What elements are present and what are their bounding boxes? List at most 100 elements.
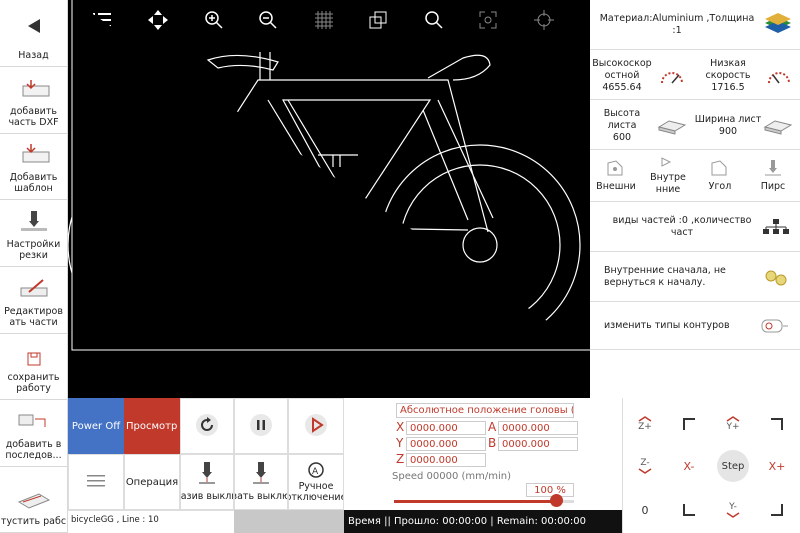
parts-info-row[interactable]: виды частей :0 ,количество част [590,202,800,252]
x-label: X [396,420,405,434]
pierce-icon [763,159,783,181]
y-plus-label: Y+ [726,422,740,432]
x-plus-button[interactable]: X+ [755,446,799,486]
z-minus-button[interactable]: Z- [623,446,667,486]
status-progress [234,510,344,533]
edit-parts-button[interactable]: Редактиров ать части [0,267,68,334]
speedometer-high-icon [654,62,690,92]
contour-type-icon [754,314,796,338]
cut-settings-button[interactable]: Настройки резки [0,200,68,267]
parts-info-label: виды частей :0 ,количество част [612,215,752,238]
add-dxf-button[interactable]: добавить часть DXF [0,67,68,134]
start-button[interactable] [288,398,344,454]
pause-icon [249,413,273,440]
tab-outer[interactable]: Внешни [590,150,642,202]
sheet-height-label-text: Высота листа [603,108,641,132]
power-off-button[interactable]: Power Off [68,398,124,454]
sheet-size-row: Высота листа 600 Ширина лист 900 [590,100,800,150]
z-value: 0000.000 [406,453,486,467]
preview-button[interactable]: Просмотр со [124,398,180,454]
laser-head-icon-1 [199,462,215,487]
sheet-width-value: 900 [718,126,738,137]
restart-icon [195,413,219,440]
sheet-width-label: Ширина лист 900 [694,106,762,146]
tab-corner[interactable]: Угол [694,150,746,202]
add-dxf-icon [17,76,51,104]
change-contours-row[interactable]: изменить типы контуров [590,302,800,350]
left-sidebar: Назад добавить часть DXF Добавить шаблон… [0,0,68,533]
tab-inner[interactable]: Внутре нние [642,150,694,202]
step-label: Step [717,450,749,482]
x-minus-button[interactable]: X- [667,446,711,486]
status-time: Время || Прошло: 00:00:00 | Remain: 00:0… [344,510,622,533]
layers-icon [760,10,796,40]
tab-pierce[interactable]: Пирс [746,150,800,202]
x-value: 0000.000 [406,421,486,435]
edit-parts-label: Редактиров ать части [4,306,63,329]
b-value: 0000.000 [498,437,578,451]
play-icon [304,413,328,440]
laser-off-button-2[interactable]: зать выклю [234,454,288,510]
high-speed-label: Высокоскор остной 4655.64 [590,56,654,96]
speed-label: Speed 00000 (mm/min) [392,471,512,482]
corner-tl-button[interactable] [667,404,711,444]
step-button[interactable]: Step [711,446,755,486]
operation-button[interactable]: Операция [124,454,180,510]
z-minus-label: Z- [640,458,650,468]
zero-label: 0 [641,503,649,517]
low-speed-label: Низкая скорость 1716.5 [694,56,762,96]
high-speed-label-text: Высокоскор остной [592,58,652,82]
run-job-label: тустить рабс [0,516,67,528]
manual-off-button[interactable]: A Ручное отключение [288,454,344,510]
y-plus-button[interactable]: Y+ [711,404,755,444]
speed-slider-knob[interactable] [550,494,563,507]
inner-first-row[interactable]: Внутренние сначала, не вернуться к начал… [590,252,800,302]
laser-off-button-1[interactable]: разив выклю [180,454,234,510]
restart-button[interactable] [180,398,234,454]
save-job-label: сохранить работу [7,372,60,395]
z-label: Z [396,452,405,466]
y-value: 0000.000 [406,437,486,451]
operation-label: Операция [125,476,179,488]
add-dxf-label: добавить часть DXF [8,106,59,129]
add-sequence-button[interactable]: добавить в последов... [0,400,68,467]
manual-off-label: Ручное отключение [288,481,344,503]
laser-off-label-2: зать выклю [234,491,288,502]
status-file: bicycleGG , Line : 10 [68,510,234,533]
corner-icon [710,159,730,181]
y-minus-button[interactable]: Y- [711,490,755,530]
add-template-label: Добавить шаблон [9,172,58,195]
svg-text:A: A [312,467,319,477]
coords-header: Абсолютное положение головы (mr [396,403,574,418]
change-contours-label: изменить типы контуров [604,320,730,332]
menu-button[interactable] [68,454,124,510]
corner-br-button[interactable] [755,490,799,530]
sheet-width-label-text: Ширина лист [694,114,762,126]
speed-percent: 100 % [526,483,574,497]
run-job-button[interactable]: тустить рабс [0,467,68,533]
save-job-button[interactable]: сохранить работу [0,334,68,400]
high-speed-value: 4655.64 [602,81,642,93]
tab-inner-label: Внутре нние [650,172,686,195]
speed-slider-fill [394,500,556,503]
add-template-button[interactable]: Добавить шаблон [0,134,68,200]
parts-tree-icon [756,214,796,240]
bicycle-drawing [68,0,590,351]
z-plus-button[interactable]: Z+ [623,404,667,444]
corner-tr-button[interactable] [755,404,799,444]
add-sequence-icon [17,411,51,437]
speed-slider-track[interactable] [394,500,574,503]
low-speed-value: 1716.5 [711,81,745,93]
drawing-canvas[interactable] [68,0,590,398]
tab-outer-label: Внешни [596,181,636,192]
back-button[interactable]: Назад [0,0,68,67]
status-file-text: bicycleGG , Line : 10 [71,515,159,525]
sheet-width-icon [760,112,796,142]
b-label: B [488,436,497,450]
sheet-height-icon [652,112,692,142]
zero-button[interactable]: 0 [623,490,667,530]
jog-panel: Z+ Y+ Z- X- Step X+ 0 Y- [622,398,800,533]
inner-first-label: Внутренние сначала, не вернуться к начал… [604,265,726,288]
corner-bl-button[interactable] [667,490,711,530]
pause-button[interactable] [234,398,288,454]
